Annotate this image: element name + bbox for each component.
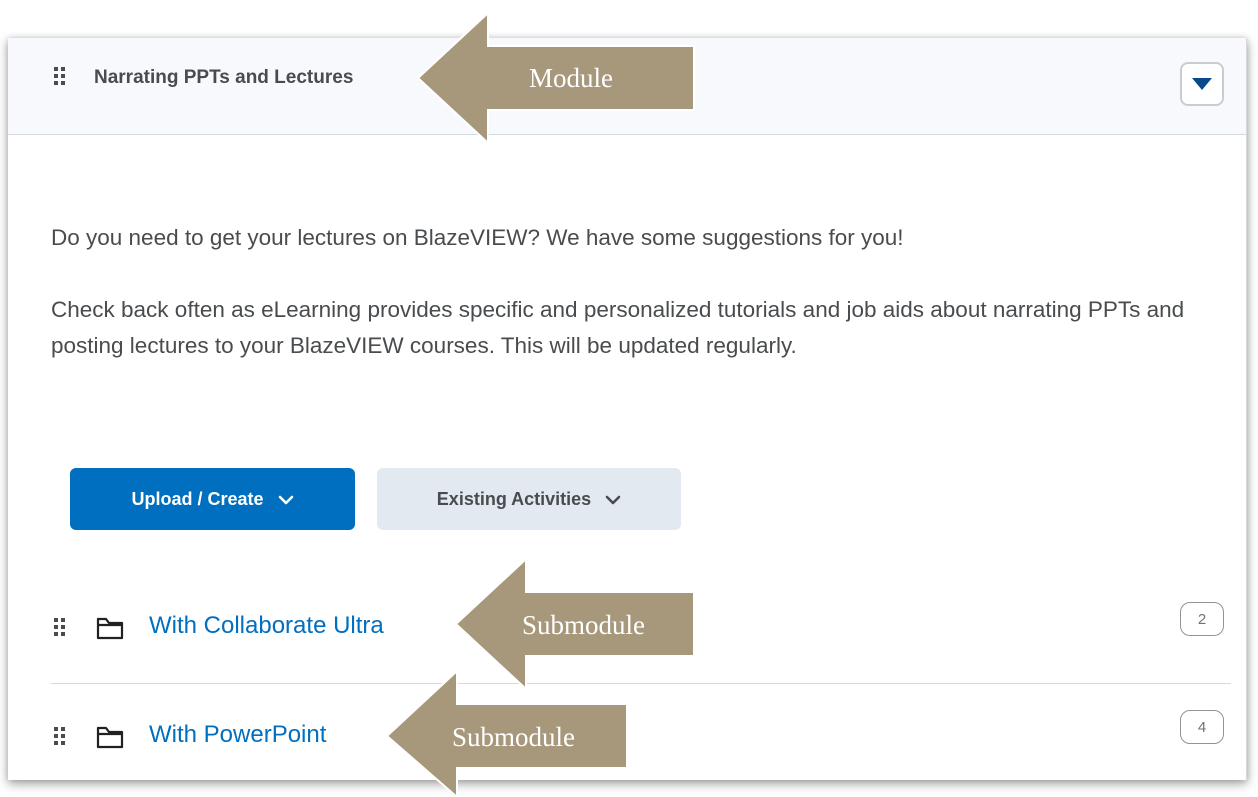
upload-create-label: Upload / Create: [131, 488, 264, 509]
folder-icon: [96, 726, 124, 749]
caret-down-icon: [1192, 78, 1212, 90]
screenshot-stage: Narrating PPTs and Lectures Do you need …: [0, 0, 1258, 797]
submodule-count-badge: 2: [1180, 602, 1224, 636]
submodule-callout-label: Submodule: [452, 722, 576, 752]
existing-activities-button[interactable]: Existing Activities: [377, 468, 681, 530]
submodule-link-powerpoint[interactable]: With PowerPoint: [149, 720, 326, 750]
module-description-paragraph-1: Do you need to get your lectures on Blaz…: [51, 225, 904, 250]
chevron-down-icon: [278, 489, 294, 510]
collapse-module-button[interactable]: [1180, 62, 1224, 106]
existing-activities-label: Existing Activities: [436, 488, 592, 509]
upload-create-button[interactable]: Upload / Create: [70, 468, 355, 530]
drag-handle-icon[interactable]: [54, 618, 65, 638]
drag-handle-icon[interactable]: [54, 727, 65, 747]
module-panel: Narrating PPTs and Lectures Do you need …: [8, 38, 1247, 780]
module-title[interactable]: Narrating PPTs and Lectures: [94, 66, 353, 90]
submodule-callout-label: Submodule: [522, 610, 646, 640]
module-header[interactable]: Narrating PPTs and Lectures: [8, 38, 1246, 135]
chevron-down-icon: [605, 489, 621, 510]
folder-icon: [96, 617, 124, 640]
submodule-count-badge: 4: [1180, 710, 1224, 744]
submodule-divider: [51, 683, 1231, 684]
module-description-paragraph-2: Check back often as eLearning provides s…: [51, 297, 1185, 358]
submodule-link-collaborate-ultra[interactable]: With Collaborate Ultra: [149, 611, 384, 641]
module-callout-label: Module: [529, 63, 613, 93]
drag-handle-icon[interactable]: [54, 67, 65, 87]
